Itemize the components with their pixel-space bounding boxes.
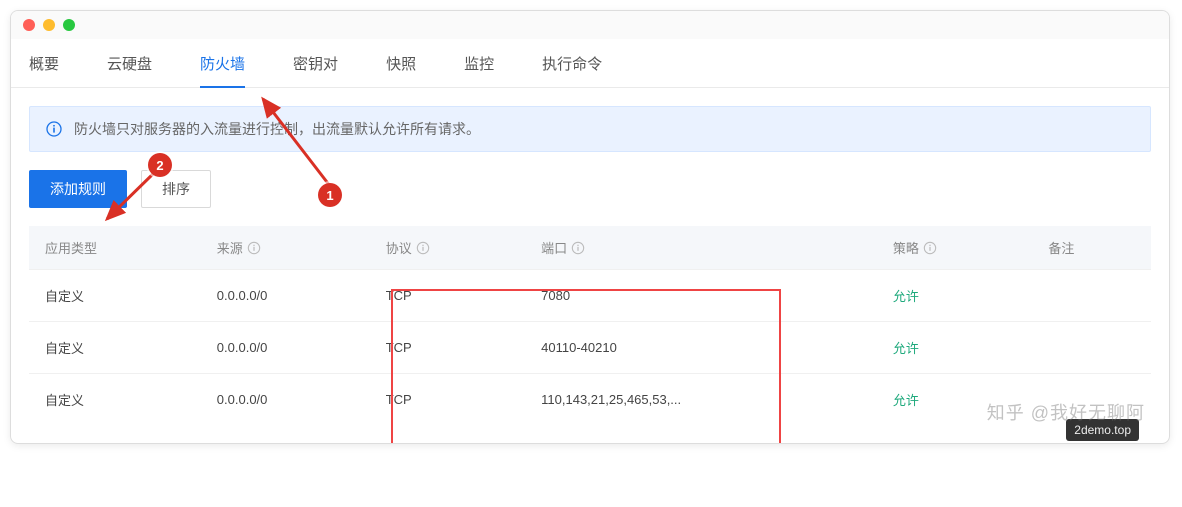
cell-app-type: 自定义 xyxy=(29,374,201,426)
window-titlebar xyxy=(11,11,1169,39)
cell-policy: 允许 xyxy=(877,322,1032,374)
col-policy: 策略 xyxy=(877,226,1032,270)
col-app-type: 应用类型 xyxy=(29,226,201,270)
cell-app-type: 自定义 xyxy=(29,322,201,374)
tooltip-label: 2demo.top xyxy=(1066,419,1139,441)
sort-button[interactable]: 排序 xyxy=(141,170,211,208)
info-banner: 防火墙只对服务器的入流量进行控制，出流量默认允许所有请求。 xyxy=(29,106,1151,152)
col-port: 端口 xyxy=(525,226,877,270)
action-row: 添加规则 排序 xyxy=(29,170,1151,208)
app-window: 概要 云硬盘 防火墙 密钥对 快照 监控 执行命令 防火墙只对服务器的入流量进行… xyxy=(10,10,1170,444)
info-circle-icon[interactable] xyxy=(923,241,937,255)
cell-port: 40110-40210 xyxy=(525,322,877,374)
cell-app-type: 自定义 xyxy=(29,270,201,322)
cell-remark xyxy=(1032,322,1151,374)
minimize-window-icon[interactable] xyxy=(43,19,55,31)
firewall-rules-table: 应用类型 来源 协议 端口 策略 备注 自定义 0.0.0.0/0 TCP 70… xyxy=(29,226,1151,425)
tab-exec[interactable]: 执行命令 xyxy=(542,39,602,87)
cell-protocol: TCP xyxy=(370,270,525,322)
cell-source: 0.0.0.0/0 xyxy=(201,270,370,322)
cell-protocol: TCP xyxy=(370,322,525,374)
cell-source: 0.0.0.0/0 xyxy=(201,374,370,426)
info-banner-text: 防火墙只对服务器的入流量进行控制，出流量默认允许所有请求。 xyxy=(74,119,480,139)
tab-snapshot[interactable]: 快照 xyxy=(386,39,416,87)
info-circle-icon[interactable] xyxy=(571,241,585,255)
col-protocol: 协议 xyxy=(370,226,525,270)
maximize-window-icon[interactable] xyxy=(63,19,75,31)
cell-source: 0.0.0.0/0 xyxy=(201,322,370,374)
info-circle-icon[interactable] xyxy=(416,241,430,255)
add-rule-button[interactable]: 添加规则 xyxy=(29,170,127,208)
cell-port: 7080 xyxy=(525,270,877,322)
tab-monitor[interactable]: 监控 xyxy=(464,39,494,87)
table-row: 自定义 0.0.0.0/0 TCP 40110-40210 允许 xyxy=(29,322,1151,374)
col-remark: 备注 xyxy=(1032,226,1151,270)
tab-cbs[interactable]: 云硬盘 xyxy=(107,39,152,87)
table-row: 自定义 0.0.0.0/0 TCP 7080 允许 xyxy=(29,270,1151,322)
tab-firewall[interactable]: 防火墙 xyxy=(200,39,245,88)
close-window-icon[interactable] xyxy=(23,19,35,31)
cell-port: 110,143,21,25,465,53,... xyxy=(525,374,877,426)
tab-keypair[interactable]: 密钥对 xyxy=(293,39,338,87)
cell-remark xyxy=(1032,374,1151,426)
info-circle-icon[interactable] xyxy=(247,241,261,255)
table-row: 自定义 0.0.0.0/0 TCP 110,143,21,25,465,53,.… xyxy=(29,374,1151,426)
main-tabs: 概要 云硬盘 防火墙 密钥对 快照 监控 执行命令 xyxy=(11,39,1169,88)
col-source: 来源 xyxy=(201,226,370,270)
cell-policy: 允许 xyxy=(877,270,1032,322)
content-area: 防火墙只对服务器的入流量进行控制，出流量默认允许所有请求。 添加规则 排序 应用… xyxy=(11,88,1169,443)
table-header-row: 应用类型 来源 协议 端口 策略 备注 xyxy=(29,226,1151,270)
cell-policy: 允许 xyxy=(877,374,1032,426)
cell-remark xyxy=(1032,270,1151,322)
cell-protocol: TCP xyxy=(370,374,525,426)
info-icon xyxy=(46,121,62,137)
tab-overview[interactable]: 概要 xyxy=(29,39,59,87)
